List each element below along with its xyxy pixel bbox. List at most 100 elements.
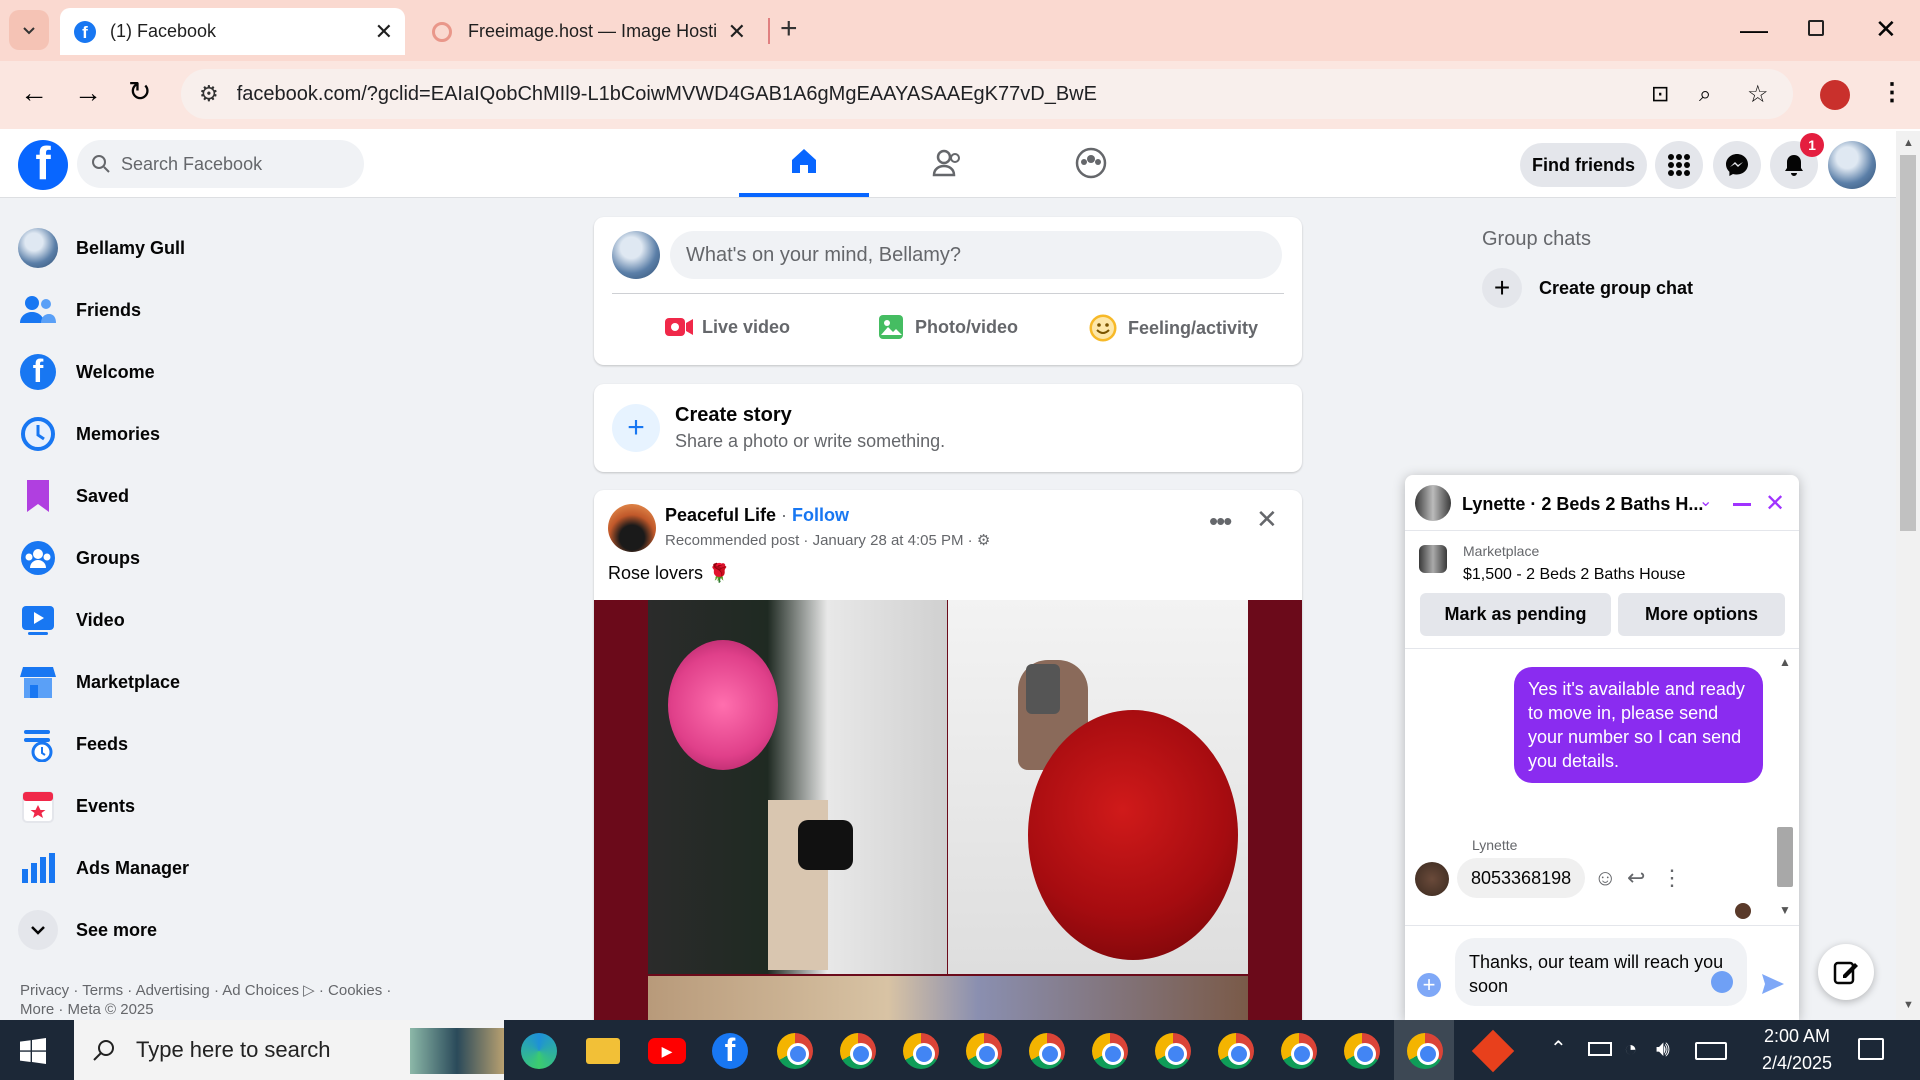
sidebar-item-events[interactable]: Events	[16, 778, 536, 834]
sender-avatar[interactable]	[1415, 862, 1449, 896]
status-input[interactable]: What's on your mind, Bellamy?	[670, 231, 1282, 279]
reload-button[interactable]: ↻	[128, 75, 151, 108]
chrome-profile-8-icon[interactable]	[1213, 1028, 1259, 1074]
youtube-icon[interactable]: ▶	[644, 1028, 690, 1074]
install-app-icon[interactable]: ⊡	[1651, 81, 1669, 107]
post-options-icon[interactable]: •••	[1209, 506, 1232, 537]
chrome-profile-2-icon[interactable]	[835, 1028, 881, 1074]
tab-facebook[interactable]: f (1) Facebook ✕	[60, 8, 405, 55]
back-button[interactable]: ←	[20, 77, 48, 109]
sidebar-item-feeds[interactable]: Feeds	[16, 716, 536, 772]
keyboard-icon[interactable]	[1695, 1042, 1727, 1060]
sidebar-item-marketplace[interactable]: Marketplace	[16, 654, 536, 710]
tab-freeimage[interactable]: Freeimage.host — Image Hosti ✕	[420, 8, 760, 55]
close-tab-icon[interactable]: ✕	[728, 19, 746, 45]
create-group-chat-button[interactable]: + Create group chat	[1482, 268, 1693, 308]
minimize-chat-icon[interactable]	[1733, 503, 1751, 506]
facebook-app-icon[interactable]: f	[707, 1028, 753, 1074]
add-attachment-icon[interactable]: +	[1417, 972, 1441, 997]
chrome-profile-6-icon[interactable]	[1087, 1028, 1133, 1074]
footer-copyright[interactable]: More · Meta © 2025	[20, 1001, 154, 1018]
chrome-profile-1-icon[interactable]	[772, 1028, 818, 1074]
chrome-profile-4-icon[interactable]	[961, 1028, 1007, 1074]
address-bar[interactable]: ⚙ facebook.com/?gclid=EAIaIQobChMIl9-L1b…	[181, 69, 1793, 119]
sidebar-item-welcome[interactable]: f Welcome	[16, 344, 536, 400]
messenger-button[interactable]	[1713, 141, 1761, 189]
photo-video-button[interactable]: Photo/video	[877, 313, 1018, 341]
follow-link[interactable]: Follow	[792, 505, 849, 525]
taskbar-search-box[interactable]: Type here to search	[74, 1020, 504, 1080]
more-options-button[interactable]: More options	[1618, 593, 1785, 636]
chrome-profile-7-icon[interactable]	[1150, 1028, 1196, 1074]
nav-friends[interactable]	[883, 129, 1013, 197]
sent-message[interactable]: Yes it's available and ready to move in,…	[1514, 667, 1763, 783]
restore-button[interactable]	[1808, 20, 1824, 36]
react-icon[interactable]: ☺	[1594, 865, 1616, 891]
nav-home[interactable]	[739, 129, 869, 197]
tab-search-button[interactable]	[9, 10, 49, 50]
wifi-icon[interactable]: ◔	[1624, 1036, 1637, 1062]
mark-pending-button[interactable]: Mark as pending	[1420, 593, 1611, 636]
close-chat-icon[interactable]: ✕	[1765, 489, 1785, 518]
edge-icon[interactable]	[516, 1028, 562, 1074]
sidebar-item-video[interactable]: Video	[16, 592, 536, 648]
scrollbar-thumb[interactable]	[1777, 827, 1793, 887]
chat-header[interactable]: Lynette · 2 Beds 2 Baths H... ⌄ ✕	[1405, 475, 1799, 531]
profile-icon[interactable]	[1820, 80, 1850, 110]
post-author-avatar[interactable]	[608, 504, 656, 552]
page-scrollbar[interactable]: ▲ ▼	[1896, 131, 1920, 1020]
search-input[interactable]: Search Facebook	[121, 154, 262, 175]
show-hidden-icons[interactable]: ⌃	[1550, 1036, 1567, 1061]
more-actions-icon[interactable]: ⋮	[1661, 865, 1683, 891]
chrome-profile-11-icon[interactable]	[1402, 1028, 1448, 1074]
reply-icon[interactable]: ↩	[1627, 865, 1645, 891]
minimize-button[interactable]: —	[1740, 14, 1768, 46]
create-story-card[interactable]: + Create story Share a photo or write so…	[594, 384, 1302, 472]
new-tab-button[interactable]: +	[780, 12, 798, 46]
chrome-profile-3-icon[interactable]	[898, 1028, 944, 1074]
battery-icon[interactable]	[1588, 1042, 1612, 1056]
sidebar-item-profile[interactable]: Bellamy Gull	[16, 220, 536, 276]
anydesk-icon[interactable]	[1470, 1028, 1516, 1074]
footer-links[interactable]: Privacy · Terms · Advertising · Ad Choic…	[20, 981, 391, 999]
windows-start-icon[interactable]	[20, 1038, 46, 1069]
clock-date[interactable]: 2/4/2025	[1752, 1053, 1842, 1074]
volume-icon[interactable]: 🔊︎	[1656, 1036, 1670, 1062]
nav-groups[interactable]	[1026, 129, 1156, 197]
listing-thumbnail[interactable]	[1419, 545, 1447, 573]
forward-button[interactable]: →	[74, 77, 102, 109]
post-image[interactable]	[594, 600, 1302, 1030]
bookmark-star-icon[interactable]: ☆	[1747, 80, 1769, 109]
send-icon[interactable]	[1760, 972, 1786, 1001]
sidebar-item-saved[interactable]: Saved	[16, 468, 536, 524]
zoom-icon[interactable]: ⌕	[1699, 81, 1711, 107]
post-author[interactable]: Peaceful Life	[665, 505, 776, 525]
new-message-button[interactable]	[1818, 944, 1874, 1000]
close-window-button[interactable]: ✕	[1875, 14, 1897, 45]
sidebar-item-groups[interactable]: Groups	[16, 530, 536, 586]
live-video-button[interactable]: Live video	[664, 315, 790, 339]
facebook-logo-icon[interactable]: f	[18, 140, 68, 190]
chevron-down-icon[interactable]: ⌄	[1699, 491, 1712, 511]
file-explorer-icon[interactable]	[580, 1028, 626, 1074]
sidebar-item-ads-manager[interactable]: Ads Manager	[16, 840, 536, 896]
received-message[interactable]: 8053368198	[1457, 858, 1586, 898]
listing-title[interactable]: $1,500 - 2 Beds 2 Baths House	[1463, 566, 1685, 584]
taskbar-search-input[interactable]: Type here to search	[136, 1037, 330, 1063]
notification-center-icon[interactable]	[1858, 1038, 1884, 1060]
site-info-icon[interactable]: ⚙	[199, 81, 219, 107]
sidebar-item-see-more[interactable]: See more	[16, 902, 536, 958]
hide-post-icon[interactable]: ✕	[1256, 504, 1278, 535]
account-avatar[interactable]	[1828, 141, 1876, 189]
emoji-icon[interactable]	[1711, 971, 1733, 993]
clock-time[interactable]: 2:00 AM	[1752, 1026, 1842, 1047]
chat-scrollbar[interactable]: ▲ ▼	[1775, 655, 1793, 923]
chrome-profile-5-icon[interactable]	[1024, 1028, 1070, 1074]
message-input[interactable]: Thanks, our team will reach you soon	[1455, 938, 1747, 1006]
feeling-activity-button[interactable]: Feeling/activity	[1088, 313, 1258, 343]
search-box[interactable]: Search Facebook	[77, 140, 364, 188]
scrollbar-thumb[interactable]	[1900, 155, 1916, 531]
chrome-profile-9-icon[interactable]	[1276, 1028, 1322, 1074]
find-friends-button[interactable]: Find friends	[1520, 143, 1647, 187]
browser-menu-icon[interactable]: ⋮	[1880, 78, 1904, 107]
